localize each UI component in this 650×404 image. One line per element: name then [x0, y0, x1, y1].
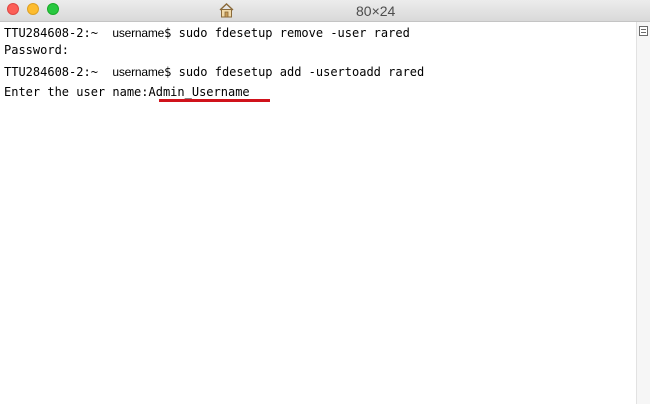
highlight-underline: [159, 99, 270, 102]
prompt-symbol: $: [164, 65, 172, 79]
home-folder-icon: [219, 3, 234, 18]
command-text: sudo fdesetup remove -user rared: [178, 26, 410, 40]
title-bar[interactable]: 80×24: [0, 0, 650, 22]
close-button[interactable]: [7, 3, 19, 15]
command-text: sudo fdesetup add -usertoadd rared: [178, 65, 425, 79]
input-label: Enter the user name:: [4, 85, 149, 99]
terminal-line: TTU284608-2:~ username$ sudo fdesetup re…: [4, 24, 410, 42]
input-value[interactable]: Admin_Username: [149, 85, 250, 99]
prompt-symbol: $: [164, 26, 172, 40]
minimize-button[interactable]: [27, 3, 39, 15]
scrollbar[interactable]: [636, 22, 650, 404]
prompt-user: username: [112, 65, 165, 79]
prompt-host: TTU284608-2:~: [4, 26, 98, 40]
prompt-user: username: [112, 26, 165, 40]
terminal-content[interactable]: TTU284608-2:~ username$ sudo fdesetup re…: [0, 22, 636, 404]
terminal-window: 80×24 TTU284608-2:~ username$ sudo fdese…: [0, 0, 650, 404]
split-pane-icon[interactable]: [639, 26, 648, 36]
zoom-button[interactable]: [47, 3, 59, 15]
window-title: 80×24: [356, 3, 396, 19]
terminal-line: Password:: [4, 43, 70, 57]
prompt-host: TTU284608-2:~: [4, 65, 98, 79]
terminal-line: TTU284608-2:~ username$ sudo fdesetup ad…: [4, 63, 424, 81]
